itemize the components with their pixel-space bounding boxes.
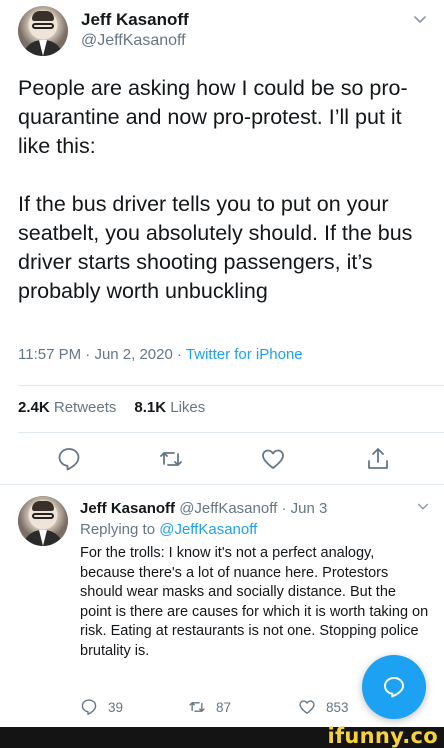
divider (0, 484, 444, 485)
replying-to: Replying to @JeffKasanoff (80, 521, 430, 538)
likes-count: 8.1K (134, 399, 167, 416)
heart-icon[interactable] (260, 446, 286, 472)
reply-icon[interactable] (56, 446, 82, 472)
compose-button[interactable] (362, 655, 426, 719)
replying-mention[interactable]: @JeffKasanoff (159, 521, 257, 538)
tweet-date[interactable]: Jun 2, 2020 (94, 346, 172, 363)
reply-action-retweet[interactable]: 87 (188, 698, 231, 716)
avatar[interactable] (18, 6, 68, 56)
reply-header: Jeff Kasanoff @JeffKasanoff · Jun 3 (80, 500, 430, 517)
reply-text: For the trolls: I know it's not a perfec… (80, 545, 429, 659)
reply-date: Jun 3 (290, 500, 328, 517)
divider (18, 432, 444, 433)
tweet-action-bar (0, 446, 444, 476)
avatar[interactable] (18, 496, 68, 546)
tweet-stats: 2.4K Retweets 8.1K Likes (18, 399, 205, 416)
tweet-source[interactable]: Twitter for iPhone (186, 346, 303, 363)
likes-stat[interactable]: 8.1K Likes (134, 399, 205, 416)
tweet-paragraph: If the bus driver tells you to put on yo… (18, 192, 413, 303)
retweets-label: Retweets (53, 399, 117, 416)
divider (18, 385, 444, 386)
watermark: ifunny.co (327, 724, 438, 748)
retweets-count: 2.4K (18, 399, 50, 416)
like-count: 853 (326, 699, 349, 715)
author-handle[interactable]: @JeffKasanoff (81, 32, 186, 50)
replying-prefix: Replying to (80, 521, 156, 538)
tweet-paragraph: People are asking how I could be so pro-… (18, 76, 408, 158)
reply-count: 39 (108, 699, 124, 715)
reply-action-reply[interactable]: 39 (80, 698, 123, 716)
heart-icon[interactable] (298, 698, 316, 716)
reply-icon[interactable] (80, 698, 98, 716)
tweet-time: 11:57 PM (18, 346, 82, 363)
separator: · (281, 500, 287, 517)
chevron-down-icon[interactable] (412, 12, 428, 28)
tweet-text: People are asking how I could be so pro-… (18, 74, 433, 306)
reply-author-name[interactable]: Jeff Kasanoff (80, 500, 175, 517)
reply-content: Jeff Kasanoff @JeffKasanoff · Jun 3 Repl… (80, 500, 430, 661)
reply-author-handle[interactable]: @JeffKasanoff (179, 500, 277, 517)
share-icon[interactable] (365, 446, 391, 472)
retweet-count: 87 (216, 699, 232, 715)
retweets-stat[interactable]: 2.4K Retweets (18, 399, 116, 416)
separator: · (177, 346, 183, 363)
likes-label: Likes (170, 399, 206, 416)
separator: · (85, 346, 91, 363)
tweet-meta: 11:57 PM · Jun 2, 2020 · Twitter for iPh… (18, 346, 303, 363)
retweet-icon[interactable] (188, 698, 206, 716)
retweet-icon[interactable] (158, 446, 184, 472)
author-name[interactable]: Jeff Kasanoff (81, 10, 189, 30)
compose-icon (384, 677, 404, 698)
tweet-header: Jeff Kasanoff @JeffKasanoff (18, 6, 428, 56)
reply-action-like[interactable]: 853 (298, 698, 349, 716)
